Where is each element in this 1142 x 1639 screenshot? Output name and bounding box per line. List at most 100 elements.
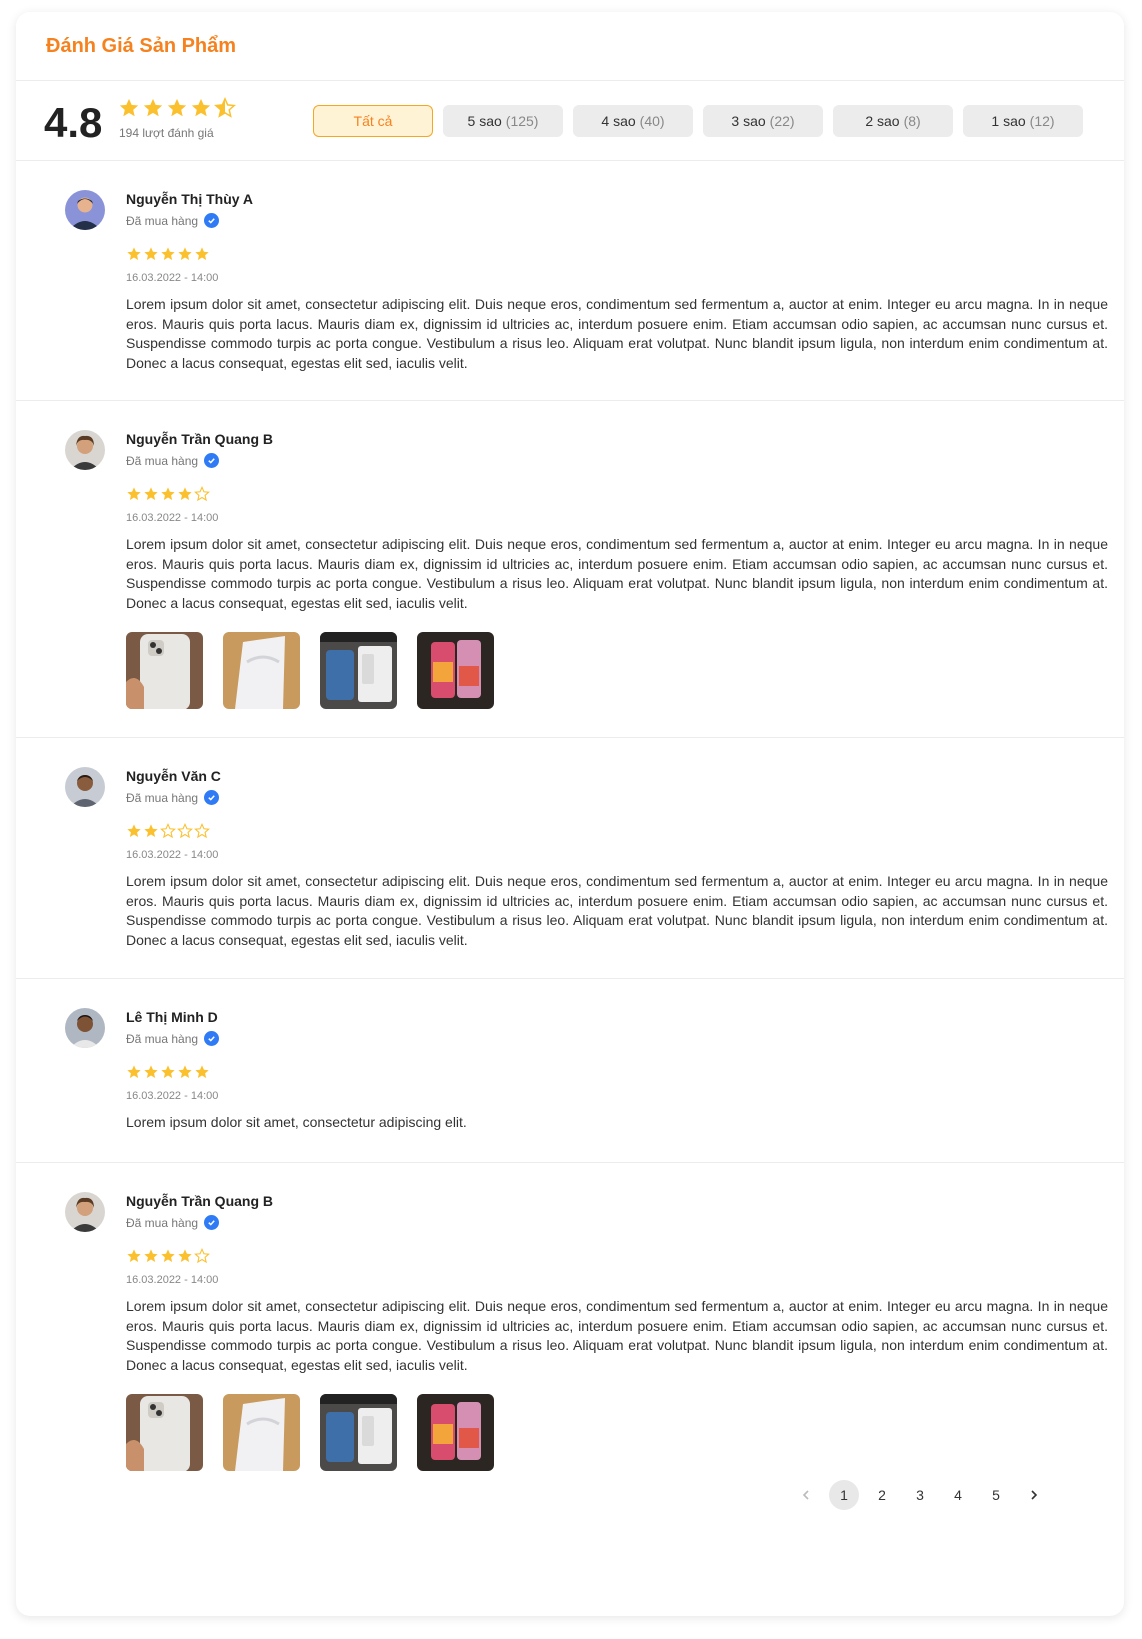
review-date: 16.03.2022 - 14:00 bbox=[126, 272, 219, 284]
average-rating: 4.8 bbox=[44, 99, 103, 146]
star-icon bbox=[177, 1064, 193, 1085]
review-text: Lorem ipsum dolor sit amet, consectetur … bbox=[126, 1298, 1108, 1373]
page-button[interactable]: 3 bbox=[905, 1480, 935, 1510]
filter-label: 5 sao bbox=[467, 113, 502, 129]
filter-button[interactable]: 2 sao (8) bbox=[833, 105, 953, 137]
star-icon bbox=[126, 1248, 142, 1269]
star-icon bbox=[177, 486, 193, 507]
verified-check-icon bbox=[204, 213, 220, 228]
star-icon bbox=[160, 246, 176, 267]
star-icon bbox=[142, 97, 164, 124]
review-photo-phones-with-boxes[interactable] bbox=[320, 1394, 397, 1471]
page-button[interactable]: 2 bbox=[867, 1480, 897, 1510]
star-icon bbox=[214, 97, 236, 124]
star-icon bbox=[194, 1248, 210, 1269]
page-title: Đánh Giá Sản Phẩm bbox=[46, 34, 237, 57]
review-text: Lorem ipsum dolor sit amet, consectetur … bbox=[126, 536, 1108, 611]
reviewer-name: Lê Thị Minh D bbox=[126, 1009, 218, 1025]
filter-button[interactable]: 4 sao (40) bbox=[573, 105, 693, 137]
review-photo-two-phones-screens[interactable] bbox=[417, 1394, 494, 1471]
reviewer-name: Nguyễn Trần Quang B bbox=[126, 1193, 274, 1209]
filter-label: 4 sao bbox=[601, 113, 636, 129]
verified-label: Đã mua hàng bbox=[126, 1215, 199, 1230]
avatar bbox=[65, 190, 105, 230]
filter-count: (125) bbox=[505, 113, 539, 129]
avatar bbox=[65, 1008, 105, 1048]
filter-label: 3 sao bbox=[731, 113, 766, 129]
star-icon bbox=[194, 246, 210, 267]
page-button[interactable]: 1 bbox=[829, 1480, 859, 1510]
review-photo-phones-with-boxes[interactable] bbox=[320, 632, 397, 709]
review-text: Lorem ipsum dolor sit amet, consectetur … bbox=[126, 296, 1108, 371]
review-item: Nguyễn Thị Thùy A Đã mua hàng 16.03.2022… bbox=[16, 161, 1124, 401]
review-images bbox=[126, 632, 494, 709]
review-photo-two-phones-screens[interactable] bbox=[417, 632, 494, 709]
filter-button[interactable]: Tất cả bbox=[313, 105, 433, 137]
rating-count: 194 lượt đánh giá bbox=[119, 126, 214, 140]
review-date: 16.03.2022 - 14:00 bbox=[126, 512, 219, 524]
filter-label: 2 sao bbox=[865, 113, 900, 129]
review-photo-phone-box[interactable] bbox=[223, 632, 300, 709]
review-stars bbox=[126, 1248, 210, 1269]
filter-count: (8) bbox=[903, 113, 921, 129]
chevron-left-icon[interactable] bbox=[791, 1480, 821, 1510]
review-date: 16.03.2022 - 14:00 bbox=[126, 849, 219, 861]
reviews-header: Đánh Giá Sản Phẩm bbox=[16, 12, 1124, 81]
review-date: 16.03.2022 - 14:00 bbox=[126, 1090, 219, 1102]
product-reviews-card: Đánh Giá Sản Phẩm 4.8 194 lượt đánh giá … bbox=[16, 12, 1124, 1616]
filter-button[interactable]: 1 sao (12) bbox=[963, 105, 1083, 137]
star-icon bbox=[143, 246, 159, 267]
star-icon bbox=[177, 823, 193, 844]
reviewer-name: Nguyễn Văn C bbox=[126, 768, 221, 784]
star-icon bbox=[190, 97, 212, 124]
filter-button[interactable]: 3 sao (22) bbox=[703, 105, 823, 137]
filter-label: Tất cả bbox=[353, 113, 393, 129]
review-stars bbox=[126, 486, 210, 507]
page-button[interactable]: 4 bbox=[943, 1480, 973, 1510]
summary-stars bbox=[118, 97, 236, 124]
verified-purchase: Đã mua hàng bbox=[126, 790, 220, 805]
review-item: Nguyễn Văn C Đã mua hàng 16.03.2022 - 14… bbox=[16, 738, 1124, 979]
star-icon bbox=[143, 486, 159, 507]
star-icon bbox=[194, 486, 210, 507]
page-button[interactable]: 5 bbox=[981, 1480, 1011, 1510]
verified-purchase: Đã mua hàng bbox=[126, 1215, 220, 1230]
star-icon bbox=[160, 1064, 176, 1085]
verified-label: Đã mua hàng bbox=[126, 1031, 199, 1046]
star-icon bbox=[126, 1064, 142, 1085]
star-icon bbox=[160, 486, 176, 507]
star-icon bbox=[118, 97, 140, 124]
star-icon bbox=[126, 823, 142, 844]
star-icon bbox=[143, 1248, 159, 1269]
filter-label: 1 sao bbox=[991, 113, 1026, 129]
avatar bbox=[65, 1192, 105, 1232]
review-item: Nguyễn Trần Quang B Đã mua hàng 16.03.20… bbox=[16, 401, 1124, 738]
verified-check-icon bbox=[204, 1031, 220, 1046]
avatar bbox=[65, 767, 105, 807]
filter-count: (22) bbox=[769, 113, 795, 129]
verified-label: Đã mua hàng bbox=[126, 790, 199, 805]
star-icon bbox=[143, 1064, 159, 1085]
verified-purchase: Đã mua hàng bbox=[126, 453, 220, 468]
filter-button[interactable]: 5 sao (125) bbox=[443, 105, 563, 137]
star-icon bbox=[177, 1248, 193, 1269]
star-icon bbox=[194, 823, 210, 844]
review-photo-white-phone-in-hand[interactable] bbox=[126, 632, 203, 709]
verified-check-icon bbox=[204, 790, 220, 805]
review-images bbox=[126, 1394, 494, 1471]
verified-purchase: Đã mua hàng bbox=[126, 1031, 220, 1046]
rating-filters: Tất cả 5 sao (125) 4 sao (40) 3 sao (22) 2 sao(… bbox=[313, 105, 1083, 137]
verified-label: Đã mua hàng bbox=[126, 213, 199, 228]
pagination: 12345 bbox=[791, 1480, 1049, 1510]
chevron-right-icon[interactable] bbox=[1019, 1480, 1049, 1510]
review-stars bbox=[126, 1064, 210, 1085]
star-icon bbox=[160, 1248, 176, 1269]
star-icon bbox=[126, 246, 142, 267]
review-photo-phone-box[interactable] bbox=[223, 1394, 300, 1471]
rating-summary: 4.8 194 lượt đánh giá Tất cả 5 sao (125) 4 … bbox=[16, 81, 1124, 161]
avatar bbox=[65, 430, 105, 470]
filter-count: (40) bbox=[639, 113, 665, 129]
review-item: Nguyễn Trần Quang B Đã mua hàng 16.03.20… bbox=[16, 1163, 1124, 1613]
review-photo-white-phone-in-hand[interactable] bbox=[126, 1394, 203, 1471]
star-icon bbox=[126, 486, 142, 507]
